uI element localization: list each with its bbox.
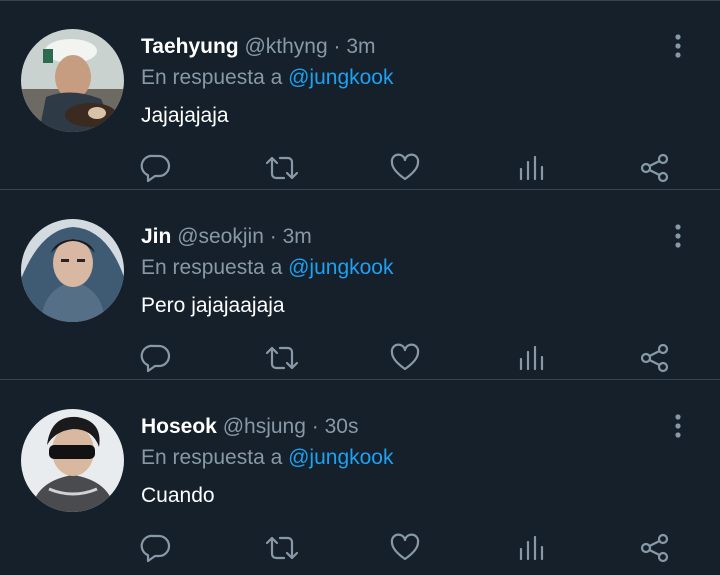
reply-icon <box>140 342 172 379</box>
separator: · <box>333 35 341 58</box>
heart-icon <box>389 152 421 189</box>
share-icon <box>639 532 671 569</box>
stats-icon <box>516 153 546 188</box>
retweet-icon <box>264 152 300 189</box>
separator: · <box>269 225 277 248</box>
share-icon <box>639 152 671 189</box>
timestamp[interactable]: 3m <box>346 35 375 58</box>
tweet-text: Jajajajaja <box>141 104 229 127</box>
stats-button[interactable] <box>513 532 549 568</box>
tweet[interactable]: Jin @seokjin · 3m En respuesta a @jungko… <box>0 190 720 380</box>
tweet[interactable]: Taehyung @kthyng · 3m En respuesta a @ju… <box>0 0 720 190</box>
reply-context: En respuesta a @jungkook <box>141 64 394 92</box>
more-vertical-icon <box>674 223 682 254</box>
reply-prefix: En respuesta a <box>141 66 283 89</box>
stats-icon <box>516 533 546 568</box>
share-icon <box>639 342 671 379</box>
share-button[interactable] <box>637 342 673 378</box>
reply-icon <box>140 532 172 569</box>
reply-prefix: En respuesta a <box>141 446 283 469</box>
tweet-header: Jin @seokjin · 3m <box>141 223 312 251</box>
retweet-button[interactable] <box>264 152 300 188</box>
timestamp[interactable]: 30s <box>325 415 359 438</box>
user-handle[interactable]: @hsjung <box>223 415 306 438</box>
tweet-text: Pero jajajaajaja <box>141 294 285 317</box>
mention-link[interactable]: @jungkook <box>288 446 393 469</box>
avatar[interactable] <box>21 219 124 322</box>
reply-context: En respuesta a @jungkook <box>141 254 394 282</box>
retweet-button[interactable] <box>264 532 300 568</box>
tweet-header: Taehyung @kthyng · 3m <box>141 33 376 61</box>
display-name[interactable]: Hoseok <box>141 415 217 438</box>
more-vertical-icon <box>674 413 682 444</box>
separator: · <box>311 415 319 438</box>
like-button[interactable] <box>387 532 423 568</box>
reply-prefix: En respuesta a <box>141 256 283 279</box>
like-button[interactable] <box>387 152 423 188</box>
like-button[interactable] <box>387 342 423 378</box>
heart-icon <box>389 532 421 569</box>
stats-button[interactable] <box>513 342 549 378</box>
retweet-button[interactable] <box>264 342 300 378</box>
share-button[interactable] <box>637 152 673 188</box>
more-options-button[interactable] <box>663 413 693 443</box>
display-name[interactable]: Jin <box>141 225 171 248</box>
more-options-button[interactable] <box>663 33 693 63</box>
retweet-icon <box>264 532 300 569</box>
display-name[interactable]: Taehyung <box>141 35 239 58</box>
avatar[interactable] <box>21 29 124 132</box>
reply-context: En respuesta a @jungkook <box>141 444 394 472</box>
tweet-text: Cuando <box>141 484 215 507</box>
stats-icon <box>516 343 546 378</box>
reply-button[interactable] <box>138 342 174 378</box>
reply-button[interactable] <box>138 152 174 188</box>
timestamp[interactable]: 3m <box>283 225 312 248</box>
more-vertical-icon <box>674 33 682 64</box>
avatar[interactable] <box>21 409 124 512</box>
mention-link[interactable]: @jungkook <box>288 256 393 279</box>
more-options-button[interactable] <box>663 223 693 253</box>
reply-icon <box>140 152 172 189</box>
user-handle[interactable]: @kthyng <box>244 35 327 58</box>
user-handle[interactable]: @seokjin <box>177 225 264 248</box>
mention-link[interactable]: @jungkook <box>288 66 393 89</box>
tweet[interactable]: Hoseok @hsjung · 30s En respuesta a @jun… <box>0 380 720 570</box>
heart-icon <box>389 342 421 379</box>
share-button[interactable] <box>637 532 673 568</box>
reply-button[interactable] <box>138 532 174 568</box>
retweet-icon <box>264 342 300 379</box>
stats-button[interactable] <box>513 152 549 188</box>
tweet-header: Hoseok @hsjung · 30s <box>141 413 358 441</box>
